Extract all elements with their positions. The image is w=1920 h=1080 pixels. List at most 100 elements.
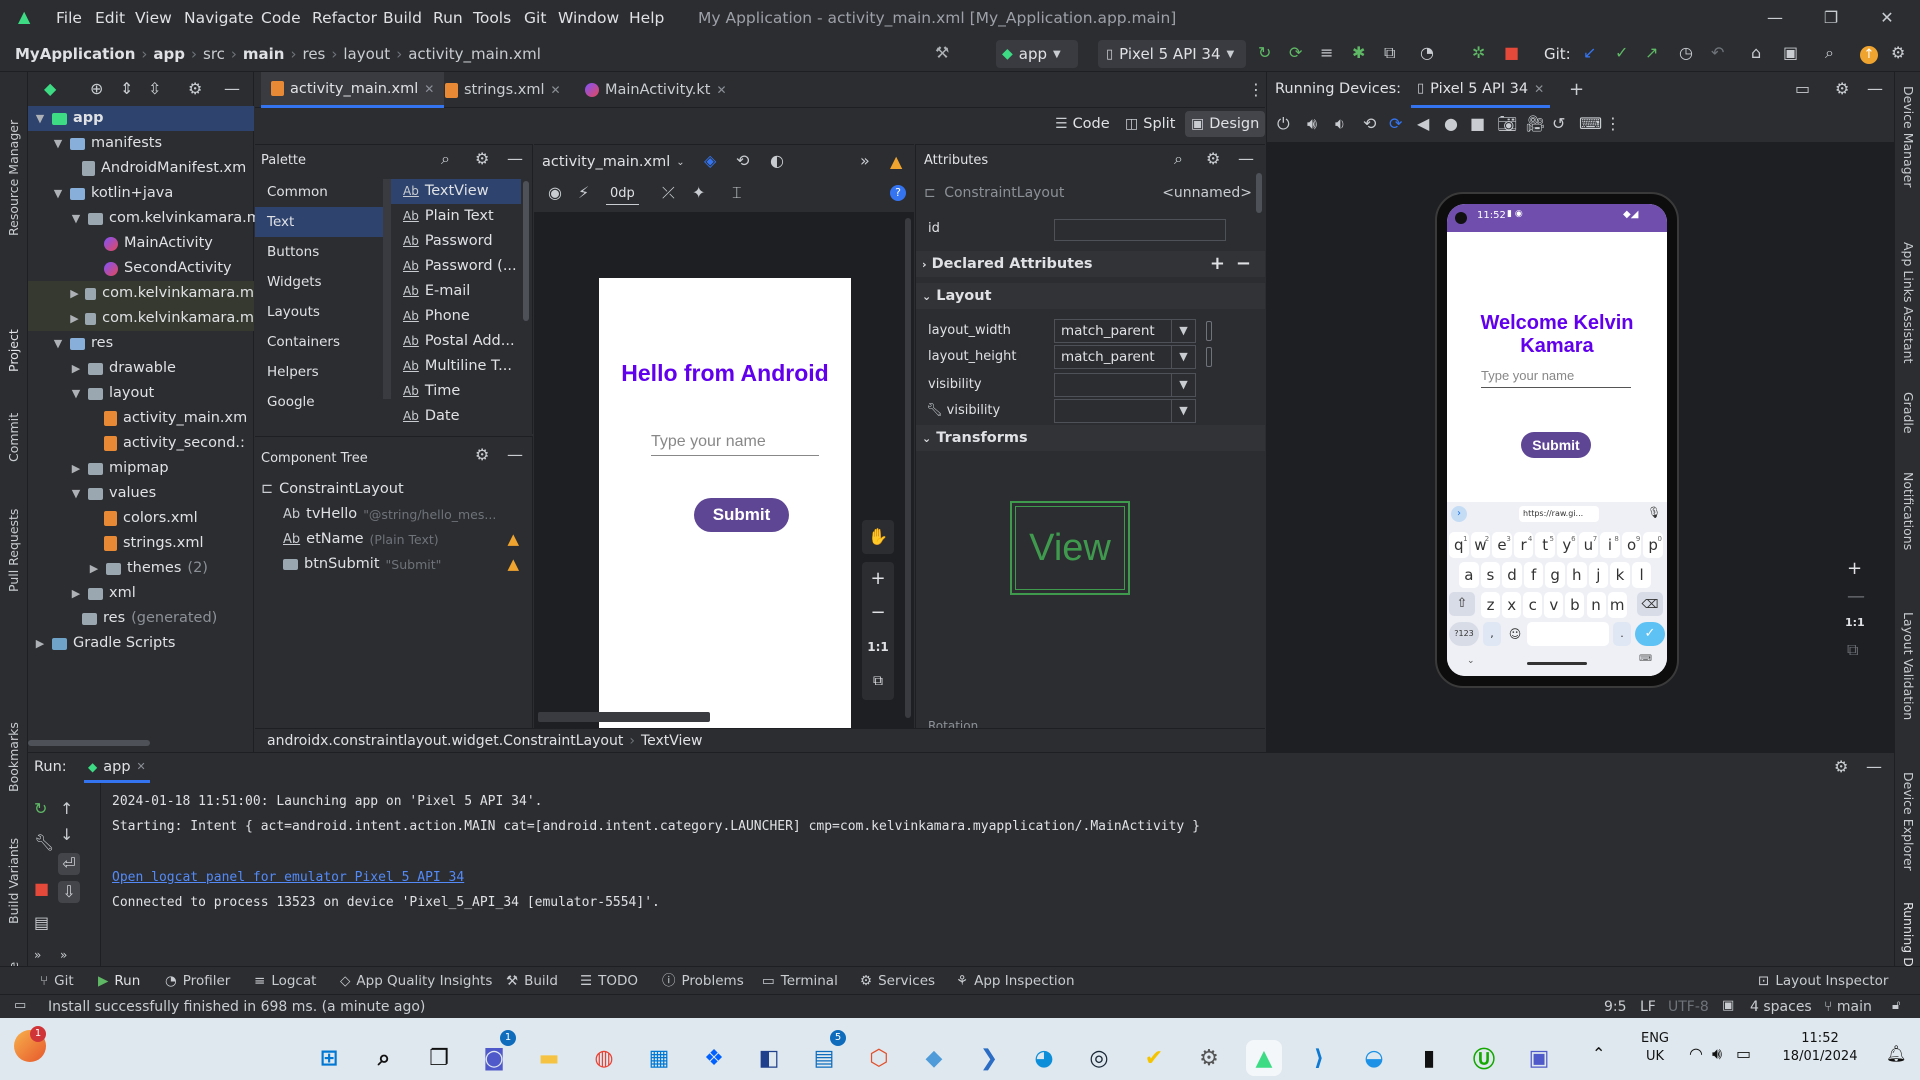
key-y[interactable]: y6	[1557, 532, 1577, 558]
tab-build-variants[interactable]: Build Variants	[6, 824, 21, 924]
file-explorer-icon[interactable]: ▬	[531, 1040, 567, 1076]
search-icon[interactable]: ⌕	[1174, 151, 1183, 167]
run-tab-app[interactable]: ◆ app ✕	[84, 753, 150, 783]
tree-item-activity-second[interactable]: activity_second.:	[104, 431, 245, 456]
logcat-link[interactable]: Open logcat panel for emulator Pixel 5 A…	[112, 870, 464, 885]
apply-code-changes-icon[interactable]: ⟳	[1289, 45, 1302, 61]
key-w[interactable]: w2	[1470, 532, 1491, 558]
lock-icon[interactable]: ▣	[1722, 999, 1734, 1012]
palette-item-password-numeric[interactable]: Ab Password (...	[391, 254, 517, 279]
tree-item-themes[interactable]: ▶ themes (2)	[88, 556, 208, 581]
orientation-icon[interactable]: ⟲	[736, 153, 749, 169]
menu-tools[interactable]: Tools	[473, 0, 511, 36]
layout-height-resource[interactable]	[1206, 347, 1212, 367]
add-device-icon[interactable]: +	[1569, 81, 1584, 99]
palette-item-time[interactable]: Ab Time	[391, 379, 460, 404]
infer-constraints-icon[interactable]: ✦	[692, 185, 705, 201]
menu-help[interactable]: Help	[629, 0, 664, 36]
device-name-input[interactable]: Type your name	[1481, 366, 1631, 388]
menu-run[interactable]: Run	[433, 0, 463, 36]
layout-width-resource[interactable]	[1206, 321, 1212, 341]
close-icon[interactable]: ✕	[137, 760, 146, 773]
gear-icon[interactable]: ⚙	[1835, 81, 1849, 97]
key-z[interactable]: z	[1481, 592, 1501, 618]
device-manager-icon[interactable]: ⌂	[1751, 45, 1761, 61]
more-icon[interactable]: »	[34, 949, 41, 961]
bottom-tab-todo[interactable]: ☰ TODO	[580, 967, 638, 995]
history-icon[interactable]: ◷	[1679, 45, 1693, 61]
zoom-actual-icon[interactable]: 1:1	[1845, 616, 1865, 629]
transforms-section[interactable]: ⌄ Transforms	[916, 425, 1265, 451]
key-c[interactable]: c	[1523, 592, 1543, 618]
key-n[interactable]: n	[1586, 592, 1606, 618]
key-j[interactable]: j	[1588, 562, 1609, 588]
zoom-out-icon[interactable]: −	[862, 596, 894, 630]
preview-name-input[interactable]: Type your name	[651, 430, 819, 456]
screen-record-icon[interactable]: 🎥︎	[1525, 116, 1545, 132]
path-textview[interactable]: TextView	[641, 733, 703, 749]
tree-item-secondactivity[interactable]: SecondActivity	[104, 256, 232, 281]
palette-item-multiline[interactable]: Ab Multiline T...	[391, 354, 512, 379]
docker-icon[interactable]: ◒	[1356, 1040, 1392, 1076]
zoom-in-icon[interactable]: +	[862, 562, 894, 596]
emulator-screen[interactable]: 11:52 ▮ ◉ ◆◢ Welcome Kelvin Kamara Type …	[1447, 204, 1667, 676]
key-g[interactable]: g	[1545, 562, 1565, 588]
tree-item-mipmap[interactable]: ▶ mipmap	[70, 456, 169, 481]
menu-refactor[interactable]: Refactor	[312, 0, 377, 36]
tab-project[interactable]: Project	[6, 312, 21, 372]
path-constraint-layout[interactable]: androidx.constraintlayout.widget.Constra…	[267, 733, 623, 749]
tab-gradle[interactable]: Gradle	[1901, 392, 1916, 452]
status-message[interactable]: Install successfully finished in 698 ms.…	[48, 995, 425, 1019]
keyboard-toolbar-expand[interactable]: ›	[1451, 506, 1467, 522]
bottom-tab-app-quality[interactable]: ◇ App Quality Insights	[340, 967, 492, 995]
palette-cat-containers[interactable]: Containers	[255, 327, 385, 357]
stop-icon[interactable]: ■	[1504, 45, 1519, 61]
wifi-icon[interactable]: ◠	[1689, 1046, 1703, 1062]
warning-icon[interactable]: ▲	[890, 152, 902, 171]
window-options-icon[interactable]: ▭	[1795, 81, 1810, 97]
eye-icon[interactable]: ◉	[548, 185, 562, 201]
search-icon[interactable]: ⌕	[1825, 45, 1834, 61]
component-btnsubmit[interactable]: btnSubmit "Submit" ▲	[283, 552, 527, 577]
tree-item-mainactivity[interactable]: MainActivity	[104, 231, 213, 256]
tree-item-package-test[interactable]: ▶ com.kelvinkamara.m	[28, 281, 254, 306]
mic-icon[interactable]: 🎙︎	[1647, 506, 1661, 519]
component-root[interactable]: ⊏ ConstraintLayout	[261, 477, 404, 502]
menu-file[interactable]: File	[56, 0, 82, 36]
palette-cat-text[interactable]: Text	[255, 207, 385, 237]
emoji-key[interactable]: ☺	[1505, 622, 1525, 646]
preview-submit-button[interactable]: Submit	[694, 498, 789, 532]
canvas-vscrollbar[interactable]	[905, 218, 911, 718]
android-view-icon[interactable]: ◆	[44, 81, 56, 97]
more-icon[interactable]: »	[60, 949, 67, 961]
palette-item-postal[interactable]: Ab Postal Add...	[391, 329, 515, 354]
git-kraken-icon[interactable]: ◆	[916, 1040, 952, 1076]
store-icon[interactable]: ▦	[641, 1040, 677, 1076]
palette-item-phone[interactable]: Ab Phone	[391, 304, 470, 329]
git-branch[interactable]: ⑂ main	[1824, 995, 1872, 1019]
vscode-icon[interactable]: ⟩	[1301, 1040, 1337, 1076]
clock[interactable]: 11:52 18/01/2024	[1770, 1030, 1870, 1066]
lock-icon[interactable]: 🔓︎	[1892, 999, 1900, 1012]
palette-item-textview[interactable]: Ab TextView	[391, 179, 521, 204]
close-icon[interactable]: ✕	[424, 82, 434, 96]
palette-cat-widgets[interactable]: Widgets	[255, 267, 385, 297]
palette-cat-google[interactable]: Google	[255, 387, 385, 417]
hide-icon[interactable]: —	[1238, 151, 1254, 167]
enter-key[interactable]: ✓	[1635, 622, 1665, 646]
code-mode-button[interactable]: ☰ Code	[1051, 111, 1114, 137]
app-icon-blue[interactable]: ◧	[751, 1040, 787, 1076]
language-indicator[interactable]: ENG UK	[1635, 1030, 1675, 1066]
menu-build[interactable]: Build	[383, 0, 422, 36]
menu-git[interactable]: Git	[524, 0, 546, 36]
indent-setting[interactable]: 4 spaces	[1750, 995, 1812, 1019]
warning-icon[interactable]: ▲	[507, 552, 519, 577]
git-commit-icon[interactable]: ✓	[1615, 45, 1628, 61]
dropbox-icon[interactable]: ❖	[696, 1040, 732, 1076]
search-icon[interactable]: ⌕	[441, 151, 450, 167]
home-icon[interactable]: ●	[1444, 116, 1458, 132]
tree-item-manifest-file[interactable]: AndroidManifest.xm	[82, 156, 246, 181]
palette-item-password[interactable]: Ab Password	[391, 229, 493, 254]
chevron-up-icon[interactable]: ⌃	[1592, 1046, 1605, 1062]
bottom-tab-profiler[interactable]: ◔ Profiler	[165, 967, 230, 995]
